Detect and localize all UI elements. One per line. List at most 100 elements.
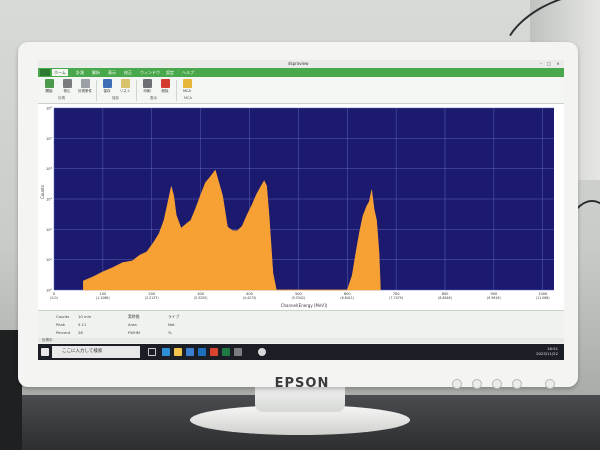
store-icon[interactable] xyxy=(186,348,194,356)
ribbon-stop-button[interactable]: 停止 xyxy=(60,79,74,94)
x-tick-sublabel: (2.2137) xyxy=(145,296,159,300)
info-cell: 28 xyxy=(78,330,83,335)
info-cell: 実時間 xyxy=(128,314,140,319)
ribbon-list-button[interactable]: リスト xyxy=(118,79,132,94)
y-tick-label: 10² xyxy=(46,228,53,232)
ribbon-group-label: 保存 xyxy=(112,96,119,100)
ribbon-print-button[interactable]: 印刷 xyxy=(140,79,154,94)
window-title: dsproview xyxy=(288,61,309,66)
ribbon-group-label: MCA xyxy=(184,96,192,100)
tab-analysis[interactable]: 解析 xyxy=(90,69,102,76)
x-tick-sublabel: (6.6411) xyxy=(340,296,354,300)
taskbar-search-input[interactable]: ここに入力して検索 xyxy=(52,346,140,358)
info-cell: ライブ xyxy=(168,314,180,319)
clock-date: 2023/11/22 xyxy=(536,350,558,356)
ribbon-button-label: リスト xyxy=(119,89,131,93)
monitor-button[interactable] xyxy=(492,379,502,389)
ribbon-button-label: 保存 xyxy=(103,89,111,93)
status-bar: 計測中 xyxy=(38,338,564,343)
tab-help[interactable]: ヘルプ xyxy=(180,69,196,76)
info-cell: 10 min xyxy=(78,314,92,319)
taskbar-clock[interactable]: 16:51 2023/11/22 xyxy=(536,346,558,356)
tab-settings[interactable]: 設定 xyxy=(164,69,176,76)
settings-icon xyxy=(80,79,90,88)
office-icon[interactable] xyxy=(210,348,218,356)
x-tick-sublabel: (9.9616) xyxy=(487,296,501,300)
close-icon[interactable]: × xyxy=(555,61,561,66)
info-cell: 5.11 xyxy=(78,322,87,327)
spectrum-plot-panel[interactable]: 10⁰ 10¹ 10² 10³ 10⁴ 10⁵ 10⁶ 0 (0.0) 100 (1.1068) 2… xyxy=(38,104,564,310)
ribbon-mca-button[interactable]: MCA xyxy=(180,79,194,93)
app-menu-icon[interactable] xyxy=(40,69,50,76)
tab-window[interactable]: ウィンドウ xyxy=(138,69,162,76)
y-tick-label: 10³ xyxy=(46,198,53,202)
y-tick-label: 10¹ xyxy=(46,258,53,262)
ribbon-delete-button[interactable]: 削除 xyxy=(158,79,172,94)
y-tick-label: 10⁶ xyxy=(46,107,53,111)
maximize-icon[interactable]: □ xyxy=(546,61,552,66)
ribbon-button-label: 停止 xyxy=(63,89,71,93)
ribbon-button-label: MCA xyxy=(183,89,191,93)
ribbon-button-label: 削除 xyxy=(161,89,169,93)
ribbon-tabs: ホーム 計測 解析 表示 校正 ウィンドウ 設定 ヘルプ xyxy=(38,68,564,77)
y-tick-label: 10⁰ xyxy=(46,289,53,293)
monitor-button[interactable] xyxy=(452,379,462,389)
x-tick-sublabel: (11.068) xyxy=(536,296,550,300)
app-icon[interactable] xyxy=(234,348,242,356)
x-axis-label: Channel(Energy [MeV]) xyxy=(281,303,328,308)
taskbar: ここに入力して検索 16:51 2023/11/22 xyxy=(38,344,564,360)
y-axis-label: Counts xyxy=(40,185,45,199)
mca-icon xyxy=(182,79,192,88)
tab-measure[interactable]: 計測 xyxy=(74,69,86,76)
info-cell: % xyxy=(168,330,172,335)
ribbon-separator xyxy=(176,80,177,101)
excel-icon[interactable] xyxy=(222,348,230,356)
edge-icon[interactable] xyxy=(162,348,170,356)
monitor-button[interactable] xyxy=(472,379,482,389)
list-icon xyxy=(120,79,130,88)
ribbon-save-button[interactable]: 保存 xyxy=(100,79,114,94)
y-tick-label: 10⁵ xyxy=(46,137,53,141)
ribbon-start-button[interactable]: 開始 xyxy=(42,79,56,94)
window-titlebar: dsproview – □ × xyxy=(38,60,564,68)
monitor-brand-logo: EPSON xyxy=(274,376,330,391)
play-icon xyxy=(44,79,54,88)
y-tick-label: 10⁴ xyxy=(46,167,53,171)
info-cell: Area xyxy=(128,322,137,327)
ribbon: 開始 停止 計測条件 保存 リスト 印刷 削除 MCA 計測 保存 表示 MCA xyxy=(38,77,564,104)
task-view-icon[interactable] xyxy=(148,348,156,356)
dsproview-taskbar-icon[interactable] xyxy=(258,348,266,356)
ribbon-button-label: 計測条件 xyxy=(78,89,92,93)
info-cell: Net xyxy=(168,322,175,327)
ribbon-group-label: 計測 xyxy=(58,96,65,100)
minimize-icon[interactable]: – xyxy=(538,61,544,66)
info-cell: Counts xyxy=(56,314,70,319)
info-cell: Peak xyxy=(56,322,66,327)
stop-icon xyxy=(62,79,72,88)
print-icon xyxy=(142,79,152,88)
mail-icon[interactable] xyxy=(198,348,206,356)
x-tick-sublabel: (3.3205) xyxy=(194,296,208,300)
ribbon-separator xyxy=(96,80,97,101)
ribbon-button-label: 印刷 xyxy=(143,89,151,93)
ribbon-group-label: 表示 xyxy=(150,96,157,100)
folder-icon[interactable] xyxy=(174,348,182,356)
x-tick-sublabel: (4.4274) xyxy=(243,296,257,300)
info-cell: FWHM xyxy=(128,330,141,335)
windows-start-icon[interactable] xyxy=(41,348,49,356)
save-icon xyxy=(102,79,112,88)
spectrum-chart[interactable]: 10⁰10¹10²10³10⁴10⁵10⁶ 0(0.0)100(1.1068)2… xyxy=(38,104,564,310)
delete-icon xyxy=(160,79,170,88)
info-cell: Percent xyxy=(56,330,71,335)
monitor-button[interactable] xyxy=(512,379,522,389)
power-button[interactable] xyxy=(545,379,555,389)
ribbon-button-label: 開始 xyxy=(45,89,53,93)
status-text: 計測中 xyxy=(42,338,53,342)
x-tick-sublabel: (7.7479) xyxy=(389,296,403,300)
x-tick-sublabel: (5.5342) xyxy=(292,296,306,300)
x-tick-sublabel: (8.8548) xyxy=(438,296,452,300)
ribbon-conditions-button[interactable]: 計測条件 xyxy=(78,79,92,94)
tab-home[interactable]: ホーム xyxy=(52,69,68,76)
tab-calibration[interactable]: 校正 xyxy=(122,69,134,76)
tab-view[interactable]: 表示 xyxy=(106,69,118,76)
